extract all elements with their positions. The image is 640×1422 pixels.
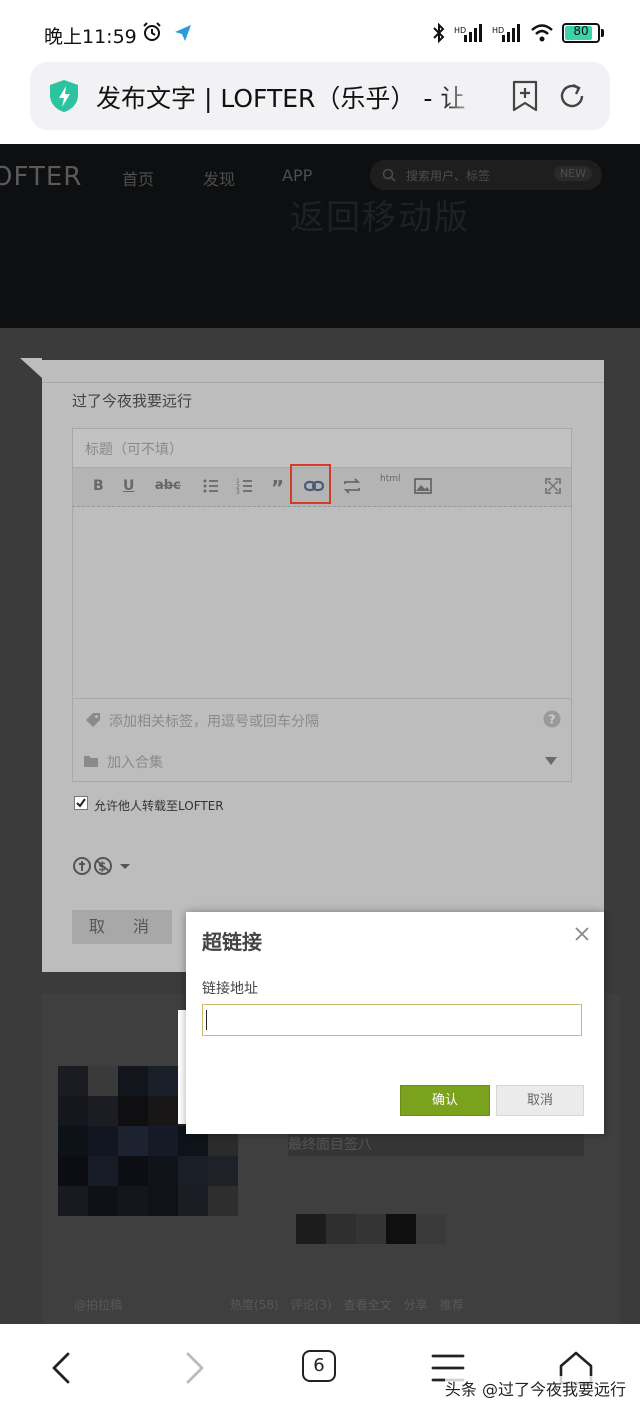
link-button-highlight <box>290 464 331 504</box>
shield-icon <box>50 80 78 112</box>
creative-commons-icon[interactable]: $ <box>72 856 136 876</box>
back-icon[interactable] <box>44 1350 80 1386</box>
folder-icon <box>84 756 98 767</box>
dialog-title: 超链接 <box>202 930 262 954</box>
signal-icon: HD <box>454 24 482 42</box>
cancel-button[interactable]: 取消 <box>496 1085 584 1116</box>
hyperlink-dialog: 超链接 链接地址 确认 取消 <box>186 912 604 1134</box>
tags-input[interactable]: 添加相关标签，用逗号或回车分隔 ? <box>72 698 572 742</box>
alarm-icon <box>143 22 161 41</box>
reload-icon[interactable] <box>556 80 588 112</box>
status-time: 晚上11:59 <box>44 26 137 48</box>
html-button[interactable]: html <box>380 474 401 484</box>
nav-home[interactable]: 首页 <box>122 166 154 190</box>
signal-icon-2: HD <box>492 24 520 42</box>
new-badge: NEW <box>553 166 592 181</box>
forward-icon[interactable] <box>176 1350 212 1386</box>
feed-row-text: 最终面目签八 <box>288 1137 372 1153</box>
close-icon[interactable] <box>574 926 590 942</box>
link-address-input[interactable] <box>202 1004 582 1036</box>
wifi-icon <box>531 24 553 42</box>
cancel-post-button[interactable]: 取 消 <box>72 910 172 944</box>
pixelated-image <box>296 1214 446 1244</box>
battery-icon: 80 <box>562 23 604 43</box>
svg-text:?: ? <box>549 713 556 727</box>
status-bar: 晚上11:59 HD HD 80 <box>0 0 640 64</box>
allow-repost-checkbox[interactable] <box>74 796 88 810</box>
tabs-button[interactable]: 6 <box>302 1350 336 1382</box>
nav-app[interactable]: APP <box>282 166 312 185</box>
chevron-down-icon <box>545 757 557 765</box>
unlink-icon[interactable] <box>342 476 362 496</box>
bold-button[interactable]: B <box>93 478 104 494</box>
numbered-list-icon[interactable]: 123 <box>235 476 255 496</box>
image-icon[interactable] <box>413 476 433 496</box>
feed-actions[interactable]: @拍拉稿 热度(58) 评论(3) 查看全文 分享 推荐 <box>74 1296 464 1313</box>
address-bar[interactable]: 发布文字 | LOFTER（乐乎） - 让 <box>30 62 610 130</box>
confirm-button[interactable]: 确认 <box>400 1085 490 1116</box>
site-header: OFTER 首页 发现 APP 搜索用户、标签 NEW 返回移动版 <box>0 144 640 328</box>
web-page: OFTER 首页 发现 APP 搜索用户、标签 NEW 返回移动版 过了今夜我要… <box>0 144 640 1324</box>
svg-text:”: ” <box>271 476 284 496</box>
site-search-input[interactable]: 搜索用户、标签 NEW <box>370 160 602 190</box>
content-editor[interactable] <box>72 507 572 697</box>
post-editor: 过了今夜我要远行 标题（可不填） B U abc 123 ” html 添加相关… <box>20 358 604 972</box>
svg-text:$: $ <box>98 860 106 874</box>
quote-icon[interactable]: ” <box>269 476 289 496</box>
bullet-list-icon[interactable] <box>201 476 221 496</box>
location-send-icon <box>175 25 191 41</box>
fullscreen-icon[interactable] <box>543 476 563 496</box>
status-right-icons: HD HD 80 <box>432 22 604 44</box>
bluetooth-icon <box>433 22 445 44</box>
page-title: 发布文字 | LOFTER（乐乎） - 让 <box>96 84 466 113</box>
title-input[interactable]: 标题（可不填） <box>72 428 572 468</box>
svg-text:HD: HD <box>492 26 504 35</box>
site-logo: OFTER <box>0 162 83 192</box>
strikethrough-button[interactable]: abc <box>155 478 181 493</box>
allow-repost-label: 允许他人转载至LOFTER <box>94 799 224 813</box>
link-address-label: 链接地址 <box>202 981 258 997</box>
tag-icon <box>86 713 100 727</box>
watermark: 头条 @过了今夜我要远行 <box>444 1376 626 1400</box>
mobile-version-banner[interactable]: 返回移动版 <box>290 190 470 239</box>
svg-text:3: 3 <box>236 489 240 496</box>
search-icon <box>382 168 396 182</box>
collection-select[interactable]: 加入合集 <box>72 741 572 782</box>
help-icon[interactable]: ? <box>543 710 561 728</box>
author-name: 过了今夜我要远行 <box>72 392 193 410</box>
nav-discover[interactable]: 发现 <box>203 166 235 190</box>
underline-button[interactable]: U <box>123 478 134 494</box>
svg-text:HD: HD <box>454 26 466 35</box>
add-bookmark-icon[interactable] <box>510 80 540 112</box>
browser-bottom-nav: 6 头条 @过了今夜我要远行 <box>0 1324 640 1422</box>
